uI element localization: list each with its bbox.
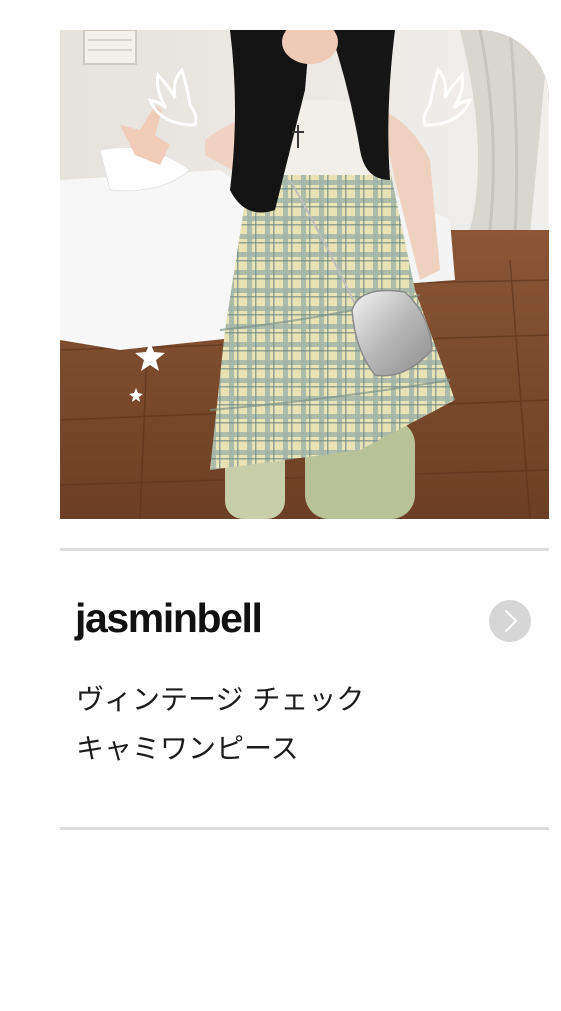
brand-name[interactable]: jasminbell xyxy=(75,598,263,639)
product-image[interactable] xyxy=(60,30,549,519)
divider-bottom xyxy=(60,827,549,830)
product-title[interactable]: ヴィンテージ チェック キャミワンピース xyxy=(76,675,506,773)
product-title-line-2: キャミワンピース xyxy=(76,732,299,765)
next-button[interactable] xyxy=(489,600,531,642)
chevron-right-icon xyxy=(505,610,517,632)
product-card[interactable] xyxy=(60,30,549,519)
divider-top xyxy=(60,548,549,551)
product-title-line-1: ヴィンテージ チェック xyxy=(76,683,365,716)
